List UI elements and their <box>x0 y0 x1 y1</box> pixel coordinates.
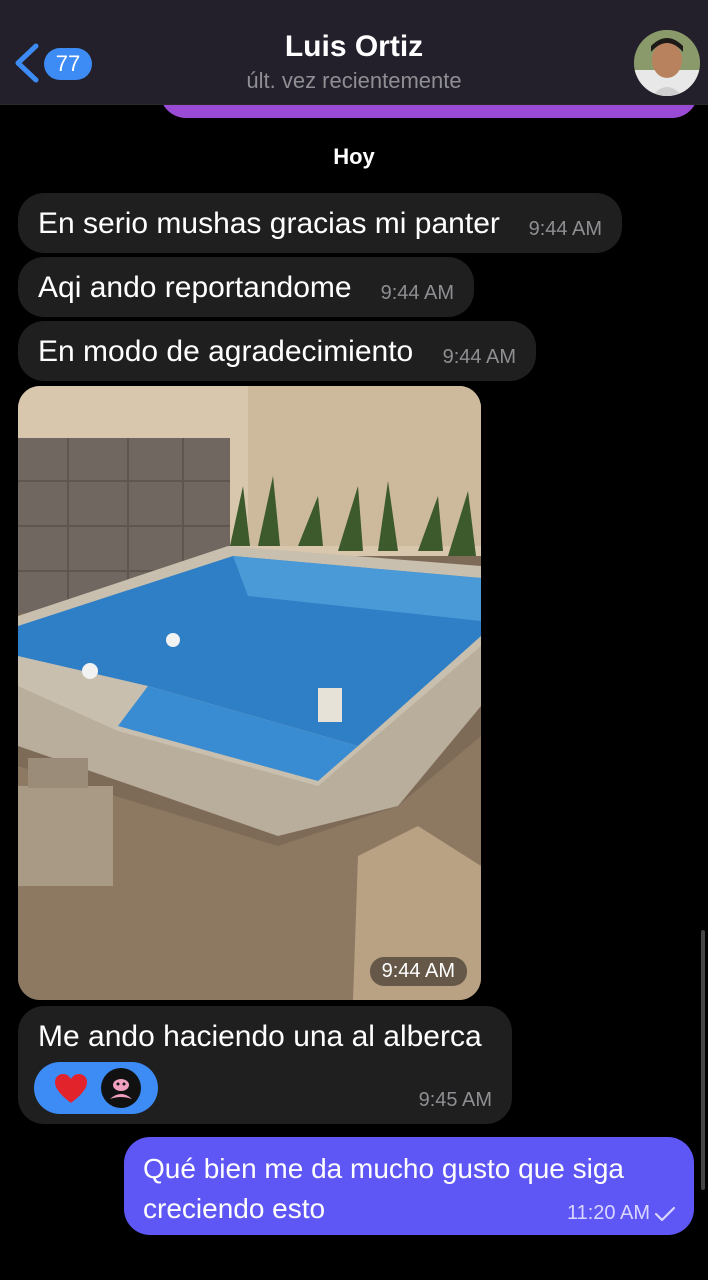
message-time: 9:45 AM <box>418 1089 492 1111</box>
message-time: 9:44 AM <box>442 346 516 368</box>
message-time: 11:20 AM <box>566 1202 650 1224</box>
last-seen-status: últ. vez recientemente <box>246 68 462 93</box>
photo-message[interactable]: 9:44 AM <box>18 386 481 1000</box>
outgoing-message[interactable]: Qué bien me da mucho gusto que siga crec… <box>124 1137 694 1235</box>
contact-avatar[interactable] <box>634 30 700 96</box>
incoming-message[interactable]: En modo de agradecimiento 9:44 AM <box>18 321 536 381</box>
chat-header: 77 Luis Ortiz últ. vez recientemente <box>0 0 708 105</box>
message-text: Aqi ando reportandome <box>38 271 352 304</box>
pool-photo <box>18 386 481 1000</box>
day-separator: Hoy <box>333 144 375 169</box>
reaction-bar[interactable] <box>34 1062 158 1114</box>
message-time: 9:44 AM <box>528 218 602 240</box>
message-text: Me ando haciendo una al alberca <box>38 1020 482 1053</box>
contact-name[interactable]: Luis Ortiz <box>0 30 708 64</box>
incoming-message[interactable]: En serio mushas gracias mi panter 9:44 A… <box>18 193 622 253</box>
message-text: En modo de agradecimiento <box>38 335 414 368</box>
photo-time: 9:44 AM <box>369 957 467 986</box>
sent-check-icon <box>654 1206 676 1222</box>
message-text: En serio mushas gracias mi panter <box>38 207 500 240</box>
red-heart-icon[interactable] <box>54 1073 88 1105</box>
pink-panther-sticker-icon[interactable] <box>100 1067 142 1109</box>
message-time: 9:44 AM <box>380 282 454 304</box>
scrollbar[interactable] <box>701 930 705 1190</box>
incoming-message[interactable]: Me ando haciendo una al alberca 9:45 AM <box>18 1006 512 1124</box>
incoming-message[interactable]: Aqi ando reportandome 9:44 AM <box>18 257 474 317</box>
